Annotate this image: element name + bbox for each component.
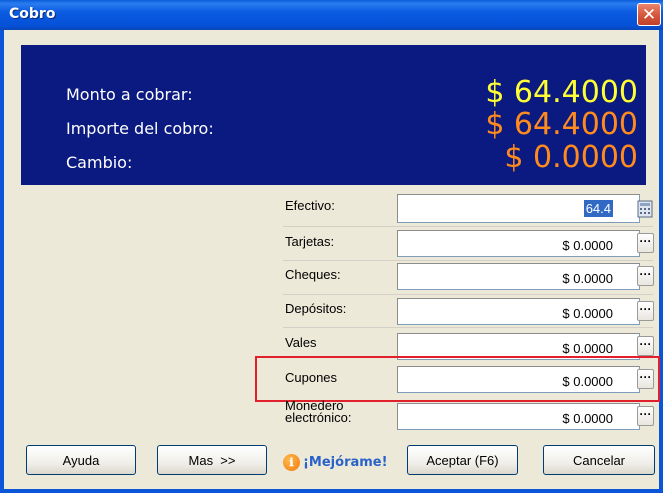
- monedero-label: Monedero electrónico:: [285, 399, 352, 425]
- mas-label: Mas >>: [188, 452, 236, 468]
- mejorame-icon: ℹ: [283, 453, 300, 471]
- calculator-icon[interactable]: [637, 199, 654, 219]
- payment-amount-value: $ 64.4000: [485, 107, 638, 142]
- tarjetas-value: $ 0.0000: [562, 238, 613, 253]
- depositos-ellipsis-button[interactable]: ···: [637, 301, 654, 321]
- cancelar-button[interactable]: Cancelar: [543, 445, 655, 475]
- row-divider: [283, 260, 653, 261]
- mejorame-link[interactable]: ℹ ¡Mejórame!: [283, 451, 398, 473]
- payment-summary-panel: Monto a cobrar: Importe del cobro: Cambi…: [21, 45, 646, 185]
- window-title: Cobro: [9, 6, 56, 22]
- cheques-value: $ 0.0000: [562, 271, 613, 286]
- amount-due-value: $ 64.4000: [485, 75, 638, 110]
- close-icon: ✕: [641, 4, 657, 25]
- payment-amount-label: Importe del cobro:: [66, 119, 214, 138]
- efectivo-label: Efectivo:: [285, 198, 335, 213]
- depositos-input[interactable]: $ 0.0000: [397, 298, 640, 325]
- cheques-ellipsis-button[interactable]: ···: [637, 266, 654, 286]
- cancelar-label: Cancelar: [572, 452, 626, 468]
- monedero-label-line2: electrónico:: [285, 410, 352, 425]
- window-frame-bottom: [0, 489, 663, 493]
- tarjetas-ellipsis-button[interactable]: ···: [637, 233, 654, 253]
- mejorame-label: ¡Mejórame!: [303, 454, 388, 470]
- amount-due-label: Monto a cobrar:: [66, 85, 193, 104]
- ayuda-button[interactable]: Ayuda: [26, 445, 136, 475]
- change-label: Cambio:: [66, 153, 133, 172]
- window-frame-left: [0, 30, 4, 493]
- aceptar-label: Aceptar (F6): [426, 452, 499, 468]
- close-button[interactable]: ✕: [637, 3, 661, 26]
- efectivo-value: 64.4: [583, 200, 613, 217]
- title-bar: Cobro ✕: [0, 0, 663, 30]
- row-divider: [283, 226, 653, 227]
- tarjetas-input[interactable]: $ 0.0000: [397, 230, 640, 257]
- change-value: $ 0.0000: [504, 140, 638, 175]
- monedero-ellipsis-button[interactable]: ···: [637, 406, 654, 426]
- row-divider: [283, 294, 653, 295]
- window-frame-right: [659, 30, 663, 493]
- depositos-value: $ 0.0000: [562, 306, 613, 321]
- vales-label: Vales: [285, 335, 317, 350]
- vales-ellipsis-button[interactable]: ···: [637, 336, 654, 356]
- mas-button[interactable]: Mas >>: [157, 445, 267, 475]
- ayuda-label: Ayuda: [62, 452, 100, 468]
- vales-value: $ 0.0000: [562, 341, 613, 356]
- monedero-value: $ 0.0000: [562, 411, 613, 426]
- tarjetas-label: Tarjetas:: [285, 234, 335, 249]
- cheques-label: Cheques:: [285, 267, 341, 282]
- monedero-input[interactable]: $ 0.0000: [397, 403, 640, 430]
- efectivo-input[interactable]: 64.4: [397, 194, 640, 223]
- depositos-label: Depósitos:: [285, 301, 347, 316]
- aceptar-button[interactable]: Aceptar (F6): [407, 445, 518, 475]
- highlight-box: [255, 356, 660, 402]
- row-divider: [283, 327, 653, 328]
- cheques-input[interactable]: $ 0.0000: [397, 263, 640, 290]
